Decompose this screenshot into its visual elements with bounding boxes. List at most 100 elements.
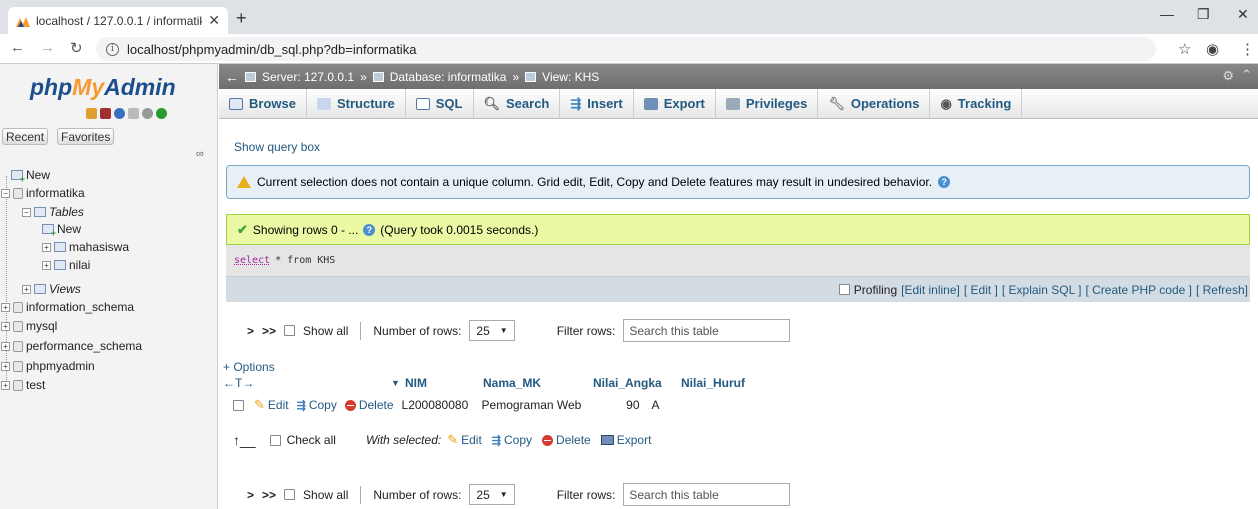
home-icon[interactable] bbox=[86, 108, 97, 119]
tab-sql[interactable]: SQL bbox=[406, 88, 474, 119]
tree-item-phpmyadmin[interactable]: + phpmyadmin bbox=[1, 359, 95, 373]
tree-item-new[interactable]: New bbox=[11, 168, 50, 184]
column-header-nilai-angka[interactable]: Nilai_Angka bbox=[593, 376, 681, 390]
last-page-button[interactable]: >> bbox=[262, 488, 276, 502]
profile-icon[interactable]: ◉ bbox=[1206, 40, 1219, 58]
column-header-nilai-huruf[interactable]: Nilai_Huruf bbox=[681, 376, 745, 390]
sql-keyword[interactable]: select bbox=[234, 255, 270, 266]
create-php-code-link[interactable]: [ Create PHP code ] bbox=[1085, 283, 1192, 297]
menu-kebab-icon[interactable]: ⋮ bbox=[1240, 40, 1255, 58]
cell-nilai-huruf[interactable]: A bbox=[652, 398, 660, 412]
tree-item-test[interactable]: + test bbox=[1, 378, 45, 392]
tab-search[interactable]: 🔍︎ Search bbox=[474, 88, 561, 119]
link-icon[interactable]: ∞ bbox=[196, 148, 204, 160]
profiling-checkbox[interactable] bbox=[838, 284, 850, 295]
tree-item-nilai[interactable]: + nilai bbox=[42, 258, 90, 272]
expand-icon[interactable]: + bbox=[1, 361, 10, 371]
help-icon[interactable]: ? bbox=[363, 223, 376, 236]
column-header-nim[interactable]: NIM bbox=[405, 376, 483, 390]
tab-operations[interactable]: 🔧︎ Operations bbox=[818, 88, 931, 119]
expand-icon[interactable]: + bbox=[42, 260, 51, 270]
bulk-edit-button[interactable]: ✎ Edit bbox=[447, 432, 482, 448]
back-arrow-icon[interactable]: ← bbox=[225, 69, 239, 85]
next-page-button[interactable]: > bbox=[247, 488, 254, 502]
tab-structure[interactable]: Structure bbox=[307, 88, 406, 119]
tree-item-performance-schema[interactable]: + performance_schema bbox=[1, 339, 142, 353]
sort-down-icon[interactable]: ▼ bbox=[391, 378, 405, 388]
tree-item-tables[interactable]: − Tables bbox=[22, 205, 84, 219]
tree-item-views[interactable]: + Views bbox=[22, 282, 81, 296]
tab-browse[interactable]: Browse bbox=[219, 88, 307, 119]
collapse-top-icon[interactable]: ⌃ bbox=[1241, 67, 1252, 83]
tab-tracking[interactable]: ◉ Tracking bbox=[930, 88, 1023, 119]
forward-icon[interactable]: → bbox=[40, 39, 55, 56]
row-edit-link[interactable]: ✎ Edit bbox=[254, 397, 289, 413]
bulk-delete-button[interactable]: Delete bbox=[542, 433, 591, 447]
close-tab-icon[interactable]: ✕ bbox=[208, 12, 220, 29]
row-checkbox[interactable] bbox=[233, 399, 244, 411]
bulk-copy-button[interactable]: ⇶ Copy bbox=[492, 433, 532, 447]
reload-icon[interactable]: ↻ bbox=[70, 39, 83, 57]
show-query-box-link[interactable]: Show query box bbox=[234, 140, 320, 154]
tree-item-mysql[interactable]: + mysql bbox=[1, 319, 57, 333]
url-input[interactable]: i localhost/phpmyadmin/db_sql.php?db=inf… bbox=[96, 37, 1156, 61]
check-all-checkbox[interactable] bbox=[269, 434, 281, 446]
rows-select[interactable]: 25 ▼ bbox=[469, 320, 515, 341]
gear-icon[interactable]: ⚙ bbox=[1222, 68, 1234, 84]
cell-nilai-angka[interactable]: 90 bbox=[596, 398, 648, 412]
column-header-nama-mk[interactable]: Nama_MK bbox=[483, 376, 593, 390]
explain-sql-link[interactable]: [ Explain SQL ] bbox=[1002, 283, 1082, 297]
reload-nav-icon[interactable] bbox=[156, 108, 167, 119]
browser-tab[interactable]: localhost / 127.0.0.1 / informatika ✕ bbox=[8, 7, 228, 34]
collapse-icon[interactable]: − bbox=[22, 207, 31, 217]
close-window-icon[interactable]: ✕ bbox=[1237, 6, 1249, 23]
filter-rows-input[interactable]: Search this table bbox=[623, 483, 791, 506]
docs-icon[interactable] bbox=[128, 108, 139, 119]
tab-privileges[interactable]: Privileges bbox=[716, 88, 819, 119]
row-copy-link[interactable]: ⇶ Copy bbox=[297, 398, 337, 412]
collapse-icon[interactable]: − bbox=[1, 188, 10, 198]
column-resize-arrows[interactable]: ←T→ bbox=[223, 376, 391, 390]
edit-link[interactable]: [ Edit ] bbox=[964, 283, 998, 297]
expand-icon[interactable]: + bbox=[42, 242, 51, 252]
check-all-label[interactable]: Check all bbox=[287, 433, 336, 447]
cell-nama-mk[interactable]: Pemograman Web bbox=[482, 398, 592, 412]
breadcrumb-server[interactable]: Server: 127.0.0.1 bbox=[262, 70, 354, 84]
new-tab-icon[interactable]: + bbox=[236, 8, 247, 29]
logout-icon[interactable] bbox=[100, 108, 111, 119]
favorites-tab[interactable]: Favorites bbox=[57, 128, 115, 145]
settings-icon[interactable] bbox=[142, 108, 153, 119]
row-delete-link[interactable]: Delete bbox=[344, 398, 394, 412]
next-page-button[interactable]: > bbox=[247, 324, 254, 338]
back-icon[interactable]: ← bbox=[10, 39, 25, 56]
phpmyadmin-logo[interactable]: phpMyAdmin bbox=[30, 74, 176, 101]
last-page-button[interactable]: >> bbox=[262, 324, 276, 338]
options-link[interactable]: + Options bbox=[223, 360, 275, 374]
tab-insert[interactable]: ⇶ Insert bbox=[560, 88, 634, 119]
show-all-checkbox[interactable] bbox=[284, 325, 296, 336]
expand-icon[interactable]: + bbox=[1, 341, 10, 351]
expand-icon[interactable]: + bbox=[1, 321, 10, 331]
filter-rows-input[interactable]: Search this table bbox=[623, 319, 791, 342]
recent-tab[interactable]: Recent bbox=[2, 128, 49, 145]
tree-item-informatika[interactable]: − informatika bbox=[1, 186, 85, 200]
minimize-icon[interactable]: — bbox=[1160, 6, 1174, 22]
tab-export[interactable]: Export bbox=[634, 88, 716, 119]
expand-icon[interactable]: + bbox=[22, 284, 31, 294]
tree-item-information-schema[interactable]: + information_schema bbox=[1, 300, 134, 314]
tree-item-tables-new[interactable]: New bbox=[42, 222, 81, 238]
info-icon[interactable]: i bbox=[106, 42, 119, 56]
expand-icon[interactable]: + bbox=[1, 302, 10, 312]
edit-inline-link[interactable]: [Edit inline] bbox=[901, 283, 960, 297]
cell-nim[interactable]: L200080080 bbox=[402, 398, 478, 412]
rows-select[interactable]: 25 ▼ bbox=[469, 484, 515, 505]
refresh-link[interactable]: [ Refresh] bbox=[1196, 283, 1248, 297]
expand-icon[interactable]: + bbox=[1, 380, 10, 390]
bookmark-star-icon[interactable]: ☆ bbox=[1178, 40, 1191, 58]
breadcrumb-view[interactable]: View: KHS bbox=[542, 70, 599, 84]
show-all-checkbox[interactable] bbox=[284, 489, 296, 500]
help-icon[interactable]: ? bbox=[938, 176, 951, 188]
help-icon[interactable] bbox=[114, 108, 125, 119]
bulk-export-button[interactable]: Export bbox=[600, 433, 651, 447]
restore-icon[interactable]: ❐ bbox=[1197, 6, 1210, 23]
